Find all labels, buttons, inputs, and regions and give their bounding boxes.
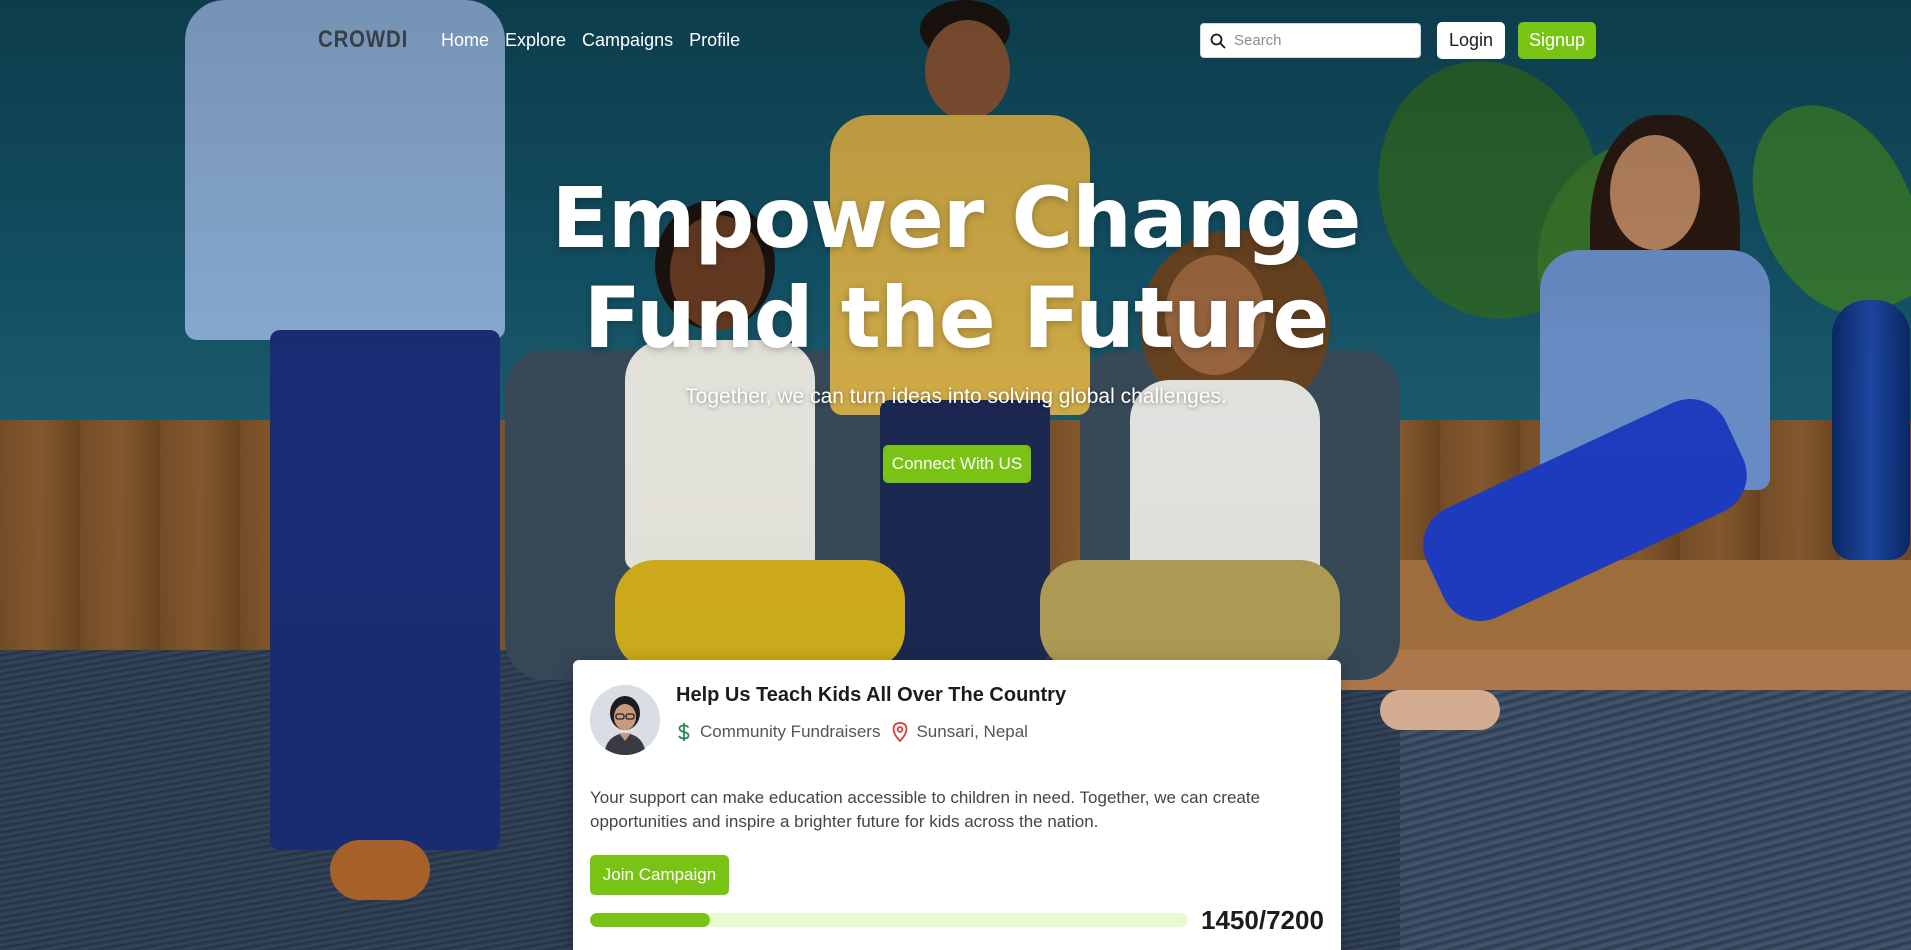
hero-heading-line2: Fund the Future	[583, 269, 1330, 367]
campaign-title[interactable]: Help Us Teach Kids All Over The Country	[676, 684, 1066, 707]
nav-link-campaigns[interactable]: Campaigns	[582, 30, 673, 51]
connect-button[interactable]: Connect With US	[883, 445, 1031, 483]
campaign-location-label: Sunsari, Nepal	[916, 722, 1028, 741]
brand-logo[interactable]: CROWDI	[318, 26, 408, 54]
search-input[interactable]	[1234, 32, 1404, 49]
top-navbar: CROWDI Home Explore Campaigns Profile Lo…	[0, 0, 1911, 80]
map-pin-icon	[893, 722, 908, 742]
campaign-meta: Community Fundraisers Sunsari, Nepal	[676, 722, 1028, 742]
campaign-category-label: Community Fundraisers	[700, 722, 881, 741]
join-campaign-button[interactable]: Join Campaign	[590, 855, 729, 895]
campaign-description: Your support can make education accessib…	[590, 788, 1261, 831]
campaign-progress-count: 1450/7200	[1201, 905, 1324, 935]
signup-button[interactable]: Signup	[1518, 22, 1596, 59]
hero-heading: Empower Change Fund the Future	[456, 168, 1456, 368]
hero-subtitle: Together, we can turn ideas into solving…	[685, 385, 1227, 408]
campaign-progress-bar	[590, 913, 1188, 927]
campaign-category: Community Fundraisers	[676, 722, 880, 742]
nav-link-profile[interactable]: Profile	[689, 30, 740, 51]
avatar	[590, 685, 660, 755]
avatar-illustration	[590, 685, 660, 755]
search-box[interactable]	[1200, 23, 1421, 58]
campaign-location: Sunsari, Nepal	[892, 722, 1028, 742]
campaign-progress-fill	[590, 913, 711, 927]
nav-link-explore[interactable]: Explore	[505, 30, 566, 51]
nav-link-home[interactable]: Home	[441, 30, 489, 51]
login-button[interactable]: Login	[1437, 22, 1505, 59]
campaign-card: Help Us Teach Kids All Over The Country …	[573, 660, 1341, 950]
dollar-icon	[678, 723, 690, 741]
hero-heading-line1: Empower Change	[551, 169, 1361, 267]
nav-links: Home Explore Campaigns Profile	[441, 30, 740, 51]
search-icon	[1210, 33, 1226, 48]
